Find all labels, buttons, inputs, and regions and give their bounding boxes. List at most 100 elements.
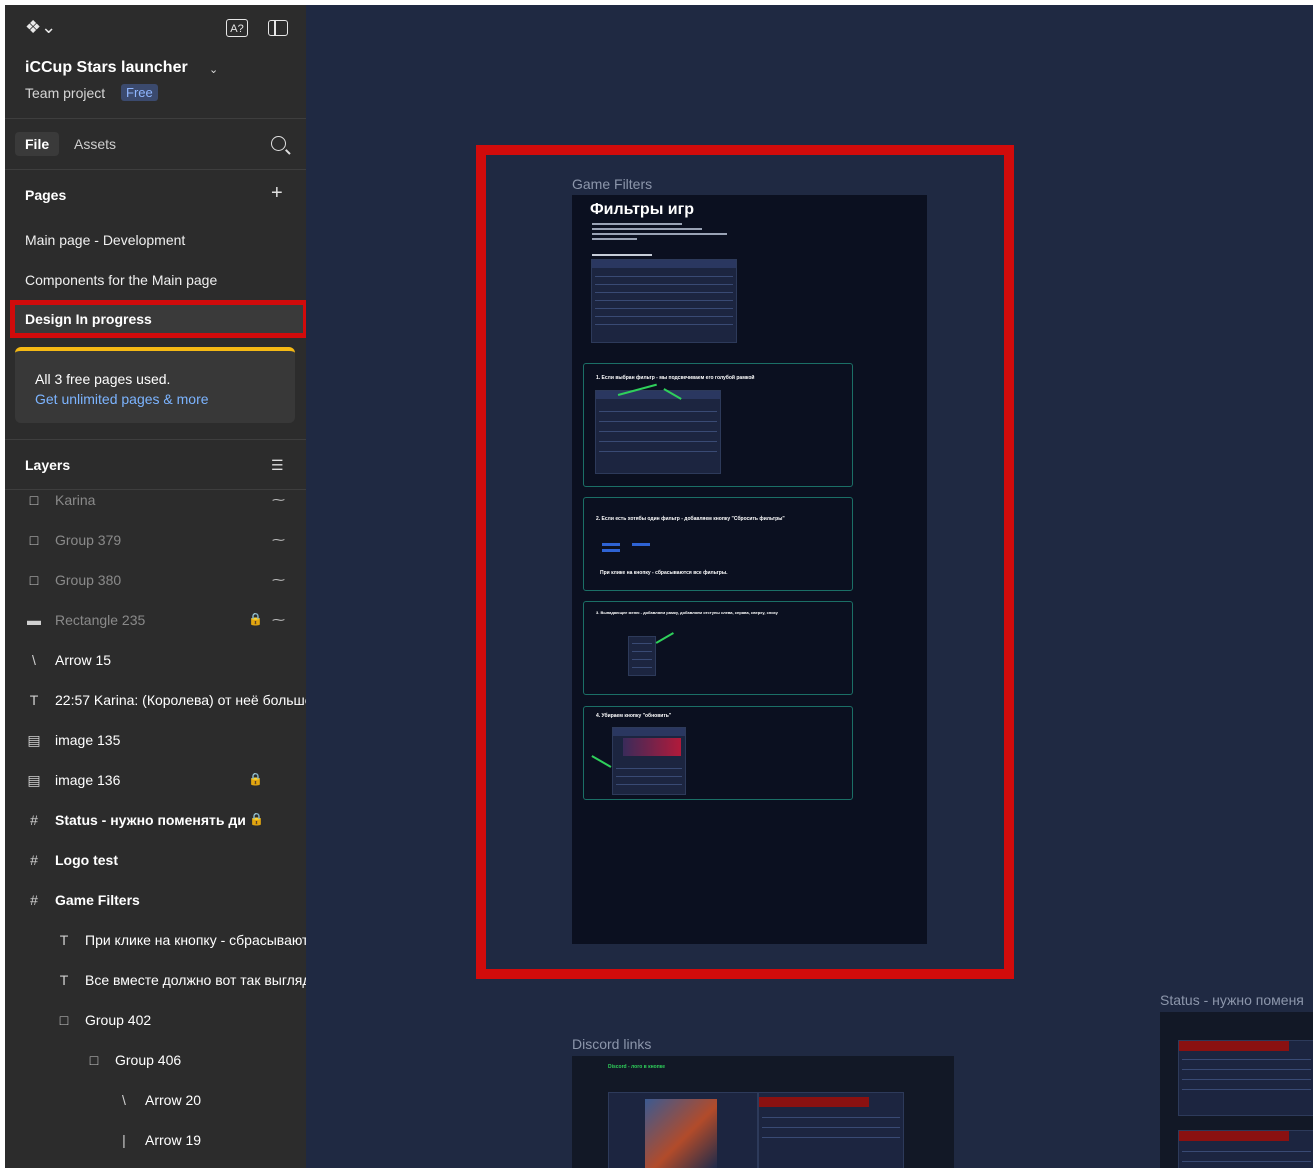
sidebar-topbar: ❖⌄ A? [25, 17, 288, 41]
layer-row[interactable]: # Status - нужно поменять ди 🔒 [5, 800, 306, 840]
layer-label: Status - нужно поменять ди [55, 812, 246, 828]
layer-label: Arrow 19 [145, 1132, 202, 1148]
layer-row[interactable]: □ Group 406 [5, 1040, 306, 1080]
ai-assist-icon[interactable]: A? [226, 19, 248, 37]
layer-row[interactable]: T 22:57 Karina: (Королева) от неё больше [5, 680, 306, 720]
layer-label: Logo test [55, 852, 118, 868]
selection-highlight [476, 145, 1014, 979]
eye-closed-icon[interactable]: ⁓ [272, 612, 285, 628]
layer-label: При клике на кнопку - сбрасываются все ф… [85, 932, 306, 948]
screenshot-thumbnail [1178, 1130, 1313, 1168]
layer-label: image 136 [55, 772, 121, 788]
layer-row[interactable]: # Game Filters [5, 880, 306, 920]
text-icon: T [59, 932, 69, 948]
search-icon[interactable] [271, 136, 286, 151]
frame-icon: # [30, 892, 38, 908]
banner-image [1179, 1041, 1289, 1051]
layers-heading: Layers [25, 457, 71, 473]
sidebar-toggle-icon[interactable] [268, 20, 288, 36]
layer-row[interactable]: \ Arrow 20 [5, 1080, 306, 1120]
layer-row[interactable]: T При клике на кнопку - сбрасываются все… [5, 920, 306, 960]
thumb-row [1182, 1079, 1311, 1080]
layer-label: Group 406 [115, 1052, 182, 1068]
project-title[interactable]: iCCup Stars launcher [25, 59, 188, 77]
layer-label: Group 380 [55, 572, 122, 588]
layer-label: Game Filters [55, 892, 140, 908]
group-icon: □ [29, 532, 39, 548]
tab-file[interactable]: File [15, 132, 60, 156]
layer-row[interactable]: ▤ image 136 🔒 [5, 760, 306, 800]
frame-status[interactable] [1160, 1012, 1313, 1168]
layer-row[interactable]: ▤ image 135 [5, 720, 306, 760]
page-item-main[interactable]: Main page - Development [25, 232, 185, 248]
frame-label-status[interactable]: Status - нужно поменя [1160, 992, 1304, 1008]
layer-row[interactable]: □ Karina ⁓ [5, 480, 306, 520]
screenshot-thumbnail [758, 1092, 904, 1168]
group-icon: □ [29, 492, 39, 508]
game-art-image [645, 1099, 717, 1168]
add-page-icon[interactable]: + [271, 183, 283, 203]
eye-closed-icon[interactable]: ⁓ [272, 532, 285, 548]
pages-heading: Pages [25, 187, 67, 203]
plan-badge[interactable]: Free [121, 84, 158, 101]
chevron-down-icon[interactable]: ⌄ [209, 63, 218, 76]
thumb-row [762, 1127, 900, 1128]
upgrade-link[interactable]: Get unlimited pages & more [35, 391, 209, 407]
layer-row[interactable]: □ Group 379 ⁓ [5, 520, 306, 560]
tab-assets[interactable]: Assets [74, 136, 116, 152]
layer-row[interactable]: □ Group 402 [5, 1000, 306, 1040]
frame-label-discord-links[interactable]: Discord links [572, 1036, 651, 1052]
arrow-icon: \ [32, 652, 36, 668]
banner-image [759, 1097, 869, 1107]
arrow-icon: \ [122, 1092, 126, 1108]
rectangle-icon: ▬ [27, 612, 41, 628]
layer-label: Rectangle 235 [55, 612, 146, 628]
layer-label: Group 402 [85, 1012, 152, 1028]
layers-options-icon[interactable]: ☰ [271, 457, 284, 474]
thumb-row [1182, 1151, 1311, 1152]
frame-caption: Discord - лого в кнопке [608, 1064, 666, 1070]
image-icon: ▤ [27, 772, 41, 788]
image-icon: ▤ [27, 732, 41, 748]
layer-row[interactable]: T Все вместе должно вот так выглядеть [5, 960, 306, 1000]
text-icon: T [29, 692, 39, 708]
divider [5, 169, 306, 170]
layer-label: 22:57 Karina: (Королева) от неё больше [55, 692, 306, 708]
thumb-row [1182, 1069, 1311, 1070]
divider [5, 439, 306, 440]
lock-icon[interactable]: 🔒 [248, 772, 263, 786]
text-icon: T [59, 972, 69, 988]
screenshot-thumbnail [1178, 1040, 1313, 1116]
layer-row[interactable]: # Logo test [5, 840, 306, 880]
divider [5, 118, 306, 119]
design-canvas[interactable]: Game Filters Фильтры игр 1. Если выбран … [306, 5, 1313, 1168]
page-item-components[interactable]: Components for the Main page [25, 272, 217, 288]
layer-row[interactable]: ▬ Rectangle 235 🔒 ⁓ [5, 600, 306, 640]
page-item-design-in-progress[interactable]: Design In progress [10, 300, 306, 338]
team-label[interactable]: Team project [25, 85, 105, 101]
frame-icon: # [30, 852, 38, 868]
eye-closed-icon[interactable]: ⁓ [272, 492, 285, 508]
page-item-label: Design In progress [25, 311, 152, 327]
frame-discord-links[interactable]: Discord - лого в кнопке [572, 1056, 954, 1168]
banner-image [1179, 1131, 1289, 1141]
layer-label: Karina [55, 492, 96, 508]
layer-label: Arrow 15 [55, 652, 112, 668]
notice-text: All 3 free pages used. [35, 371, 171, 387]
group-icon: □ [29, 572, 39, 588]
layer-label: Group 379 [55, 532, 122, 548]
eye-closed-icon[interactable]: ⁓ [272, 572, 285, 588]
layer-row[interactable]: | Arrow 19 [5, 1120, 306, 1160]
layer-row[interactable]: \ Arrow 15 [5, 640, 306, 680]
screenshot-thumbnail [608, 1092, 758, 1168]
figma-logo-icon[interactable]: ❖⌄ [25, 17, 56, 41]
layer-label: Все вместе должно вот так выглядеть [85, 972, 306, 988]
lock-icon[interactable]: 🔒 [249, 812, 264, 826]
thumb-row [1182, 1089, 1311, 1090]
layer-row[interactable]: □ Group 380 ⁓ [5, 560, 306, 600]
frame-icon: # [30, 812, 38, 828]
thumb-row [1182, 1059, 1311, 1060]
thumb-row [1182, 1161, 1311, 1162]
lock-icon[interactable]: 🔒 [248, 612, 263, 626]
thumb-row [762, 1137, 900, 1138]
